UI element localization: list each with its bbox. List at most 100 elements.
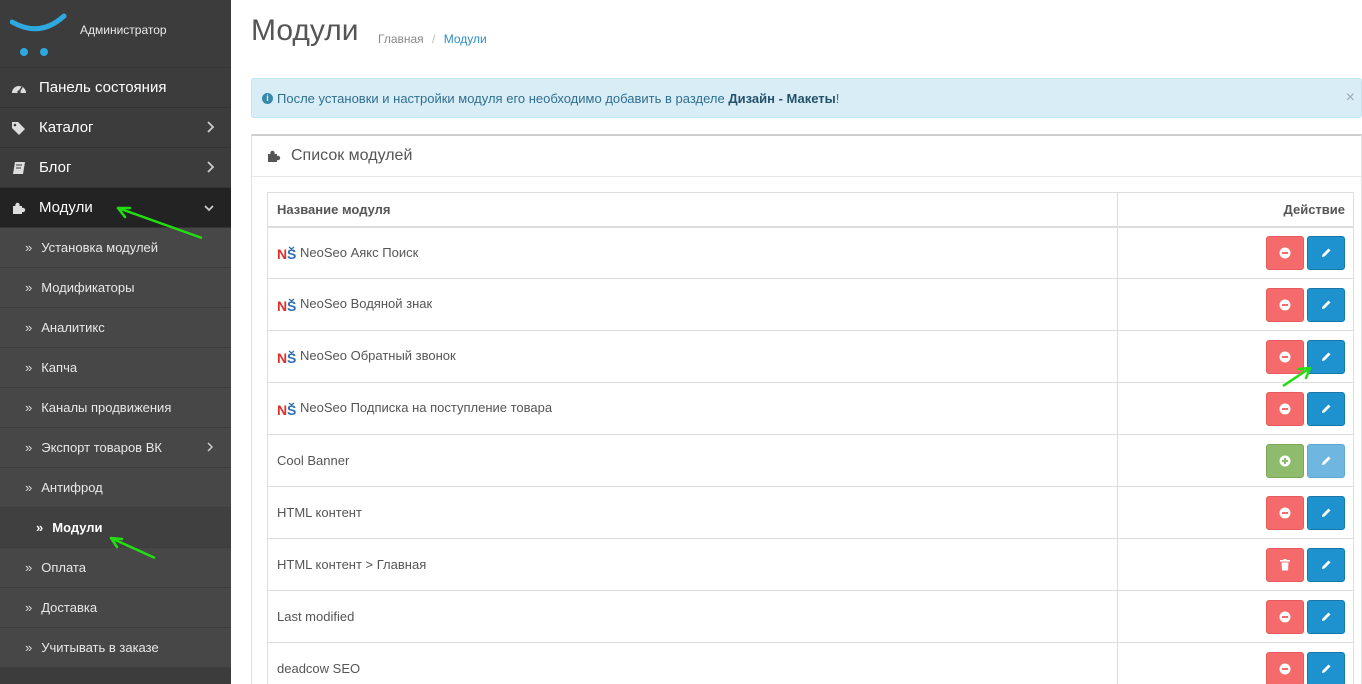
submenu-item-antifraud[interactable]: » Антифрод — [0, 468, 231, 508]
submenu-item-captcha[interactable]: » Капча — [0, 348, 231, 388]
module-actions-cell — [1117, 434, 1354, 487]
double-chevron-icon: » — [25, 240, 33, 255]
module-name: deadcow SEO — [277, 661, 361, 676]
edit-button[interactable] — [1307, 599, 1345, 634]
submenu-item-analytics[interactable]: » Аналитикс — [0, 308, 231, 348]
table-row: N S NeoSeo Подписка на поступление товара — [267, 382, 1354, 435]
submenu-item-order-totals[interactable]: » Учитывать в заказе — [0, 628, 231, 668]
submenu-item-feeds[interactable]: » Каналы продвижения — [0, 388, 231, 428]
module-actions-cell — [1117, 382, 1354, 435]
breadcrumb-home[interactable]: Главная — [378, 32, 424, 46]
uninstall-button[interactable] — [1266, 495, 1304, 530]
menu-blog[interactable]: Блог — [0, 148, 231, 188]
submenu-item-modifications[interactable]: » Модификаторы — [0, 268, 231, 308]
edit-button[interactable] — [1307, 287, 1345, 322]
double-chevron-icon: » — [25, 560, 33, 575]
menu-label: Блог — [39, 159, 72, 176]
column-header-name[interactable]: Название модуля — [267, 192, 1118, 228]
submenu-label: Капча — [41, 360, 78, 375]
submenu-item-payment[interactable]: » Оплата — [0, 548, 231, 588]
edit-button[interactable] — [1307, 495, 1345, 530]
table-row: Cool Banner — [267, 434, 1354, 487]
menu-dashboard[interactable]: Панель состояния — [0, 68, 231, 108]
uninstall-button[interactable] — [1266, 287, 1304, 322]
breadcrumb-separator: / — [432, 32, 436, 46]
sidebar: Администратор Панель состояния Каталог Б… — [0, 0, 231, 684]
chevron-right-icon — [207, 442, 214, 452]
uninstall-button[interactable] — [1266, 391, 1304, 426]
edit-button[interactable] — [1307, 547, 1345, 582]
edit-button[interactable] — [1307, 391, 1345, 426]
user-name[interactable]: Администратор — [80, 23, 167, 37]
module-name: NeoSeo Подписка на поступление товара — [300, 400, 553, 416]
edit-button[interactable] — [1307, 235, 1345, 270]
uninstall-button[interactable] — [1266, 339, 1304, 374]
panel-title: Список модулей — [291, 147, 413, 164]
table-row: N S NeoSeo Водяной знак — [267, 278, 1354, 331]
module-name-cell: HTML контент > Главная — [267, 538, 1118, 591]
alert-message: После установки и настройки модуля его н… — [277, 90, 729, 106]
alert-text: После установки и настройки модуля его н… — [277, 91, 839, 106]
install-button[interactable] — [1266, 443, 1304, 478]
table-row: HTML контент > Главная — [267, 538, 1354, 591]
submenu-label: Экспорт товаров ВК — [41, 440, 162, 455]
submenu-label: Доставка — [41, 600, 98, 615]
module-name: Last modified — [277, 609, 355, 624]
module-name-cell: HTML контент — [267, 486, 1118, 539]
module-name-cell: N S NeoSeo Водяной знак — [267, 278, 1118, 331]
submenu-label: Антифрод — [41, 480, 103, 495]
table-row: N S NeoSeo Обратный звонок — [267, 330, 1354, 383]
module-name-cell: Cool Banner — [267, 434, 1118, 487]
submenu-item-shipping[interactable]: » Доставка — [0, 588, 231, 628]
breadcrumb-current[interactable]: Модули — [444, 32, 487, 46]
double-chevron-icon: » — [25, 480, 33, 495]
column-header-action: Действие — [1117, 192, 1354, 228]
double-chevron-icon: » — [25, 280, 33, 295]
breadcrumb: Главная / Модули — [378, 32, 487, 46]
info-circle-icon: i — [262, 92, 273, 104]
module-actions-cell — [1117, 590, 1354, 643]
submenu-item-install[interactable]: » Установка модулей — [0, 228, 231, 268]
module-actions-cell — [1117, 330, 1354, 383]
double-chevron-icon: » — [25, 640, 33, 655]
table-row: deadcow SEO — [267, 642, 1354, 684]
neoseo-logo-icon: NS — [277, 298, 298, 313]
menu-catalog[interactable]: Каталог — [0, 108, 231, 148]
menu-label: Модули — [39, 199, 93, 216]
module-name-cell: deadcow SEO — [267, 642, 1118, 684]
svg-text:N: N — [277, 350, 287, 365]
table-row: Last modified — [267, 590, 1354, 643]
uninstall-button[interactable] — [1266, 651, 1304, 684]
table-row: HTML контент — [267, 486, 1354, 539]
submenu-label: Каналы продвижения — [41, 400, 172, 415]
module-name-cell: Last modified — [267, 590, 1118, 643]
opencart-logo[interactable] — [10, 12, 70, 58]
module-name: HTML контент — [277, 505, 362, 520]
book-icon — [10, 161, 28, 175]
page-title: Модули — [251, 14, 359, 47]
svg-text:N: N — [277, 246, 287, 261]
edit-button[interactable] — [1307, 339, 1345, 374]
alert-close-button[interactable]: × — [1346, 89, 1355, 107]
info-alert: i После установки и настройки модуля его… — [251, 78, 1362, 118]
modules-panel: Список модулей Название модуля Действие … — [251, 134, 1362, 684]
module-name: NeoSeo Водяной знак — [300, 296, 433, 312]
submenu-item-modules[interactable]: » Модули — [0, 508, 231, 548]
table-row: N S NeoSeo Аякс Поиск — [267, 226, 1354, 279]
uninstall-button[interactable] — [1266, 599, 1304, 634]
neoseo-logo-icon: NS — [277, 350, 298, 365]
menu-modules[interactable]: Модули — [0, 188, 231, 228]
module-name: Cool Banner — [277, 453, 350, 468]
neoseo-logo-icon: NS — [277, 402, 298, 417]
uninstall-button[interactable] — [1266, 235, 1304, 270]
svg-text:N: N — [277, 298, 287, 313]
edit-button-disabled — [1307, 443, 1345, 478]
panel-heading: Список модулей — [252, 136, 1361, 177]
delete-button[interactable] — [1266, 547, 1304, 582]
neoseo-logo-icon: NS — [277, 246, 298, 261]
module-name-cell: N S NeoSeo Аякс Поиск — [267, 226, 1118, 279]
submenu-item-vk-export[interactable]: » Экспорт товаров ВК — [0, 428, 231, 468]
edit-button[interactable] — [1307, 651, 1345, 684]
menu-label: Каталог — [39, 119, 94, 136]
double-chevron-icon: » — [25, 360, 33, 375]
